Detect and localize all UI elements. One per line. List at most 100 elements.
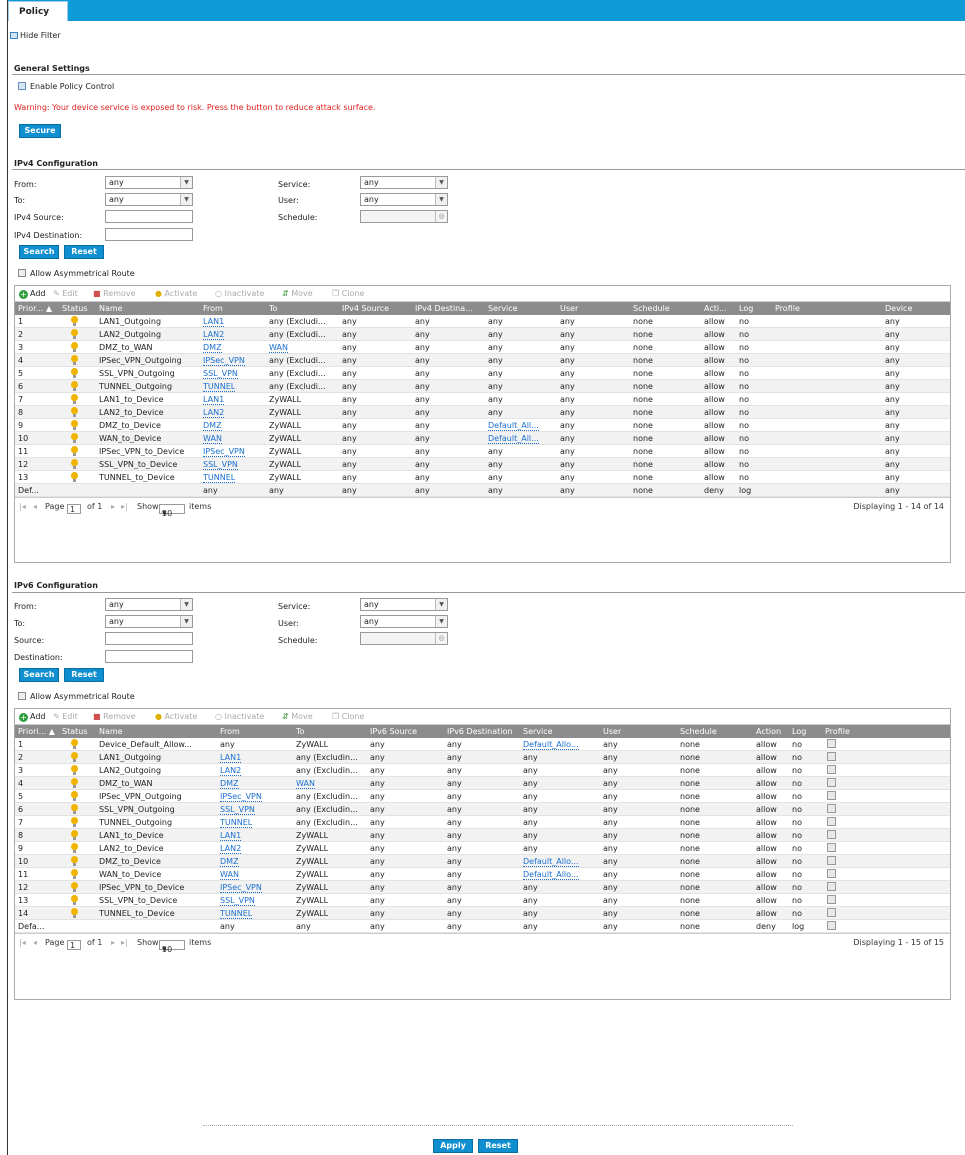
last-page-icon[interactable]: ▸| (121, 502, 128, 511)
apply-button[interactable]: Apply (433, 1139, 473, 1153)
table-row[interactable]: 1 LAN1_Outgoing LAN1 any (Excludi... any any a… (15, 315, 950, 328)
ipv6-source-input[interactable] (105, 632, 193, 645)
ipv6-asym-route[interactable]: Allow Asymmetrical Route (18, 692, 135, 701)
cell-service[interactable]: Default_Allo... (523, 870, 579, 880)
cell-from[interactable]: TUNNEL (220, 818, 253, 828)
ipv4-asym-checkbox[interactable] (18, 269, 26, 277)
col-priority[interactable]: Priori... ▲ (18, 727, 55, 736)
cell-from[interactable]: SSL_VPN (203, 460, 238, 470)
secure-it-button[interactable]: Secure It (19, 124, 61, 147)
col-ipv4-source[interactable]: IPv4 Source (342, 304, 389, 313)
table-row[interactable]: 14 TUNNEL_to_Device TUNNEL ZyWALL any any any a… (15, 907, 950, 920)
table-row[interactable]: 3 LAN2_Outgoing LAN2 any (Excludin... any any… (15, 764, 950, 777)
cell-service[interactable]: Default_All... (488, 421, 539, 431)
table-row[interactable]: 1 Device_Default_Allow... any ZyWALL any any D… (15, 738, 950, 751)
col-log[interactable]: Log (792, 727, 806, 736)
cell-to[interactable]: WAN (269, 343, 288, 353)
ipv4-destination-input[interactable] (105, 228, 193, 241)
ipv6-asym-checkbox[interactable] (18, 692, 26, 700)
col-ipv6-source[interactable]: IPv6 Source (370, 727, 417, 736)
table-row[interactable]: 12 SSL_VPN_to_Device SSL_VPN ZyWALL any any an… (15, 458, 950, 471)
edit-button[interactable]: ✎ Edit (53, 289, 78, 298)
col-user[interactable]: User (560, 304, 578, 313)
profile-icon[interactable] (827, 752, 836, 761)
col-from[interactable]: From (203, 304, 223, 313)
table-row[interactable]: 5 SSL_VPN_Outgoing SSL_VPN any (Excludi... a… (15, 367, 950, 380)
col-schedule[interactable]: Schedule (633, 304, 670, 313)
table-row[interactable]: 7 LAN1_to_Device LAN1 ZyWALL any any any any non… (15, 393, 950, 406)
ipv4-schedule-select[interactable]: ◎ (360, 210, 448, 223)
ipv4-source-input[interactable] (105, 210, 193, 223)
table-row[interactable]: 4 IPSec_VPN_Outgoing IPSec_VPN any (Excludi… (15, 354, 950, 367)
cell-from[interactable]: DMZ (203, 343, 222, 353)
activate-button[interactable]: ● Activate (155, 289, 197, 298)
col-profile[interactable]: Profile (775, 304, 800, 313)
next-page-icon[interactable]: ▸ (111, 938, 115, 947)
col-status[interactable]: Status (62, 727, 88, 736)
ipv6-to-select[interactable]: any ▼ (105, 615, 193, 628)
tab-policy[interactable]: Policy (8, 1, 68, 21)
col-action[interactable]: Action (756, 727, 781, 736)
cell-from[interactable]: LAN2 (203, 330, 225, 340)
table-row[interactable]: 6 SSL_VPN_Outgoing SSL_VPN any (Excludin...… (15, 803, 950, 816)
page-number[interactable]: 1 (67, 504, 81, 514)
cell-from[interactable]: TUNNEL (203, 382, 236, 392)
profile-icon[interactable] (827, 843, 836, 852)
ipv4-from-select[interactable]: any ▼ (105, 176, 193, 189)
activate-button[interactable]: ● Activate (155, 712, 197, 721)
cell-from[interactable]: WAN (220, 870, 239, 880)
col-status[interactable]: Status (62, 304, 88, 313)
profile-icon[interactable] (827, 856, 836, 865)
col-service[interactable]: Service (523, 727, 553, 736)
move-button[interactable]: ⇵ Move (282, 712, 313, 721)
table-row[interactable]: 2 LAN1_Outgoing LAN1 any (Excludin... any any… (15, 751, 950, 764)
cell-to[interactable]: WAN (296, 779, 315, 789)
cell-from[interactable]: LAN2 (220, 844, 242, 854)
profile-icon[interactable] (827, 765, 836, 774)
clone-button[interactable]: ❐ Clone (332, 289, 364, 298)
table-row[interactable]: 3 DMZ_to_WAN DMZ WAN any any any any none allow no… (15, 341, 950, 354)
cell-from[interactable]: IPSec_VPN (220, 792, 262, 802)
col-priority[interactable]: Prior... ▲ (18, 304, 52, 313)
cell-from[interactable]: LAN2 (220, 766, 242, 776)
col-ipv6-destination[interactable]: IPv6 Destination (447, 727, 512, 736)
footer-reset-button[interactable]: Reset (478, 1139, 518, 1153)
ipv6-from-select[interactable]: any ▼ (105, 598, 193, 611)
cell-from[interactable]: LAN1 (203, 395, 225, 405)
cell-service[interactable]: Default_All... (488, 434, 539, 444)
first-page-icon[interactable]: |◂ (19, 938, 26, 947)
cell-service[interactable]: Default_Allo... (523, 740, 579, 750)
cell-from[interactable]: IPSec_VPN (203, 356, 245, 366)
cell-from[interactable]: DMZ (220, 857, 239, 867)
col-from[interactable]: From (220, 727, 240, 736)
remove-button[interactable]: ■ Remove (93, 712, 136, 721)
cell-from[interactable]: LAN1 (220, 753, 242, 763)
table-row[interactable]: 4 DMZ_to_WAN DMZ WAN any any any any none allow no (15, 777, 950, 790)
ipv4-asym-route[interactable]: Allow Asymmetrical Route (18, 269, 135, 278)
table-row[interactable]: 11 WAN_to_Device WAN ZyWALL any any Default_Al… (15, 868, 950, 881)
cell-from[interactable]: DMZ (220, 779, 239, 789)
ipv4-to-select[interactable]: any ▼ (105, 193, 193, 206)
table-row[interactable]: 6 TUNNEL_Outgoing TUNNEL any (Excludi... any… (15, 380, 950, 393)
profile-icon[interactable] (827, 739, 836, 748)
ipv4-user-select[interactable]: any ▼ (360, 193, 448, 206)
ipv4-reset-button[interactable]: Reset (64, 245, 104, 259)
table-row[interactable]: 7 TUNNEL_Outgoing TUNNEL any (Excludin... an… (15, 816, 950, 829)
col-schedule[interactable]: Schedule (680, 727, 717, 736)
ipv6-search-button[interactable]: Search (19, 668, 59, 682)
table-row[interactable]: 10 DMZ_to_Device DMZ ZyWALL any any Default_Al… (15, 855, 950, 868)
add-button[interactable]: + Add (19, 289, 46, 299)
last-page-icon[interactable]: ▸| (121, 938, 128, 947)
profile-icon[interactable] (827, 791, 836, 800)
remove-button[interactable]: ■ Remove (93, 289, 136, 298)
col-name[interactable]: Name (99, 727, 123, 736)
move-button[interactable]: ⇵ Move (282, 289, 313, 298)
profile-icon[interactable] (827, 908, 836, 917)
col-user[interactable]: User (603, 727, 621, 736)
inactivate-button[interactable]: ○ Inactivate (215, 712, 264, 721)
ipv6-service-select[interactable]: any ▼ (360, 598, 448, 611)
inactivate-button[interactable]: ○ Inactivate (215, 289, 264, 298)
prev-page-icon[interactable]: ◂ (33, 938, 37, 947)
profile-icon[interactable] (827, 817, 836, 826)
col-service[interactable]: Service (488, 304, 518, 313)
